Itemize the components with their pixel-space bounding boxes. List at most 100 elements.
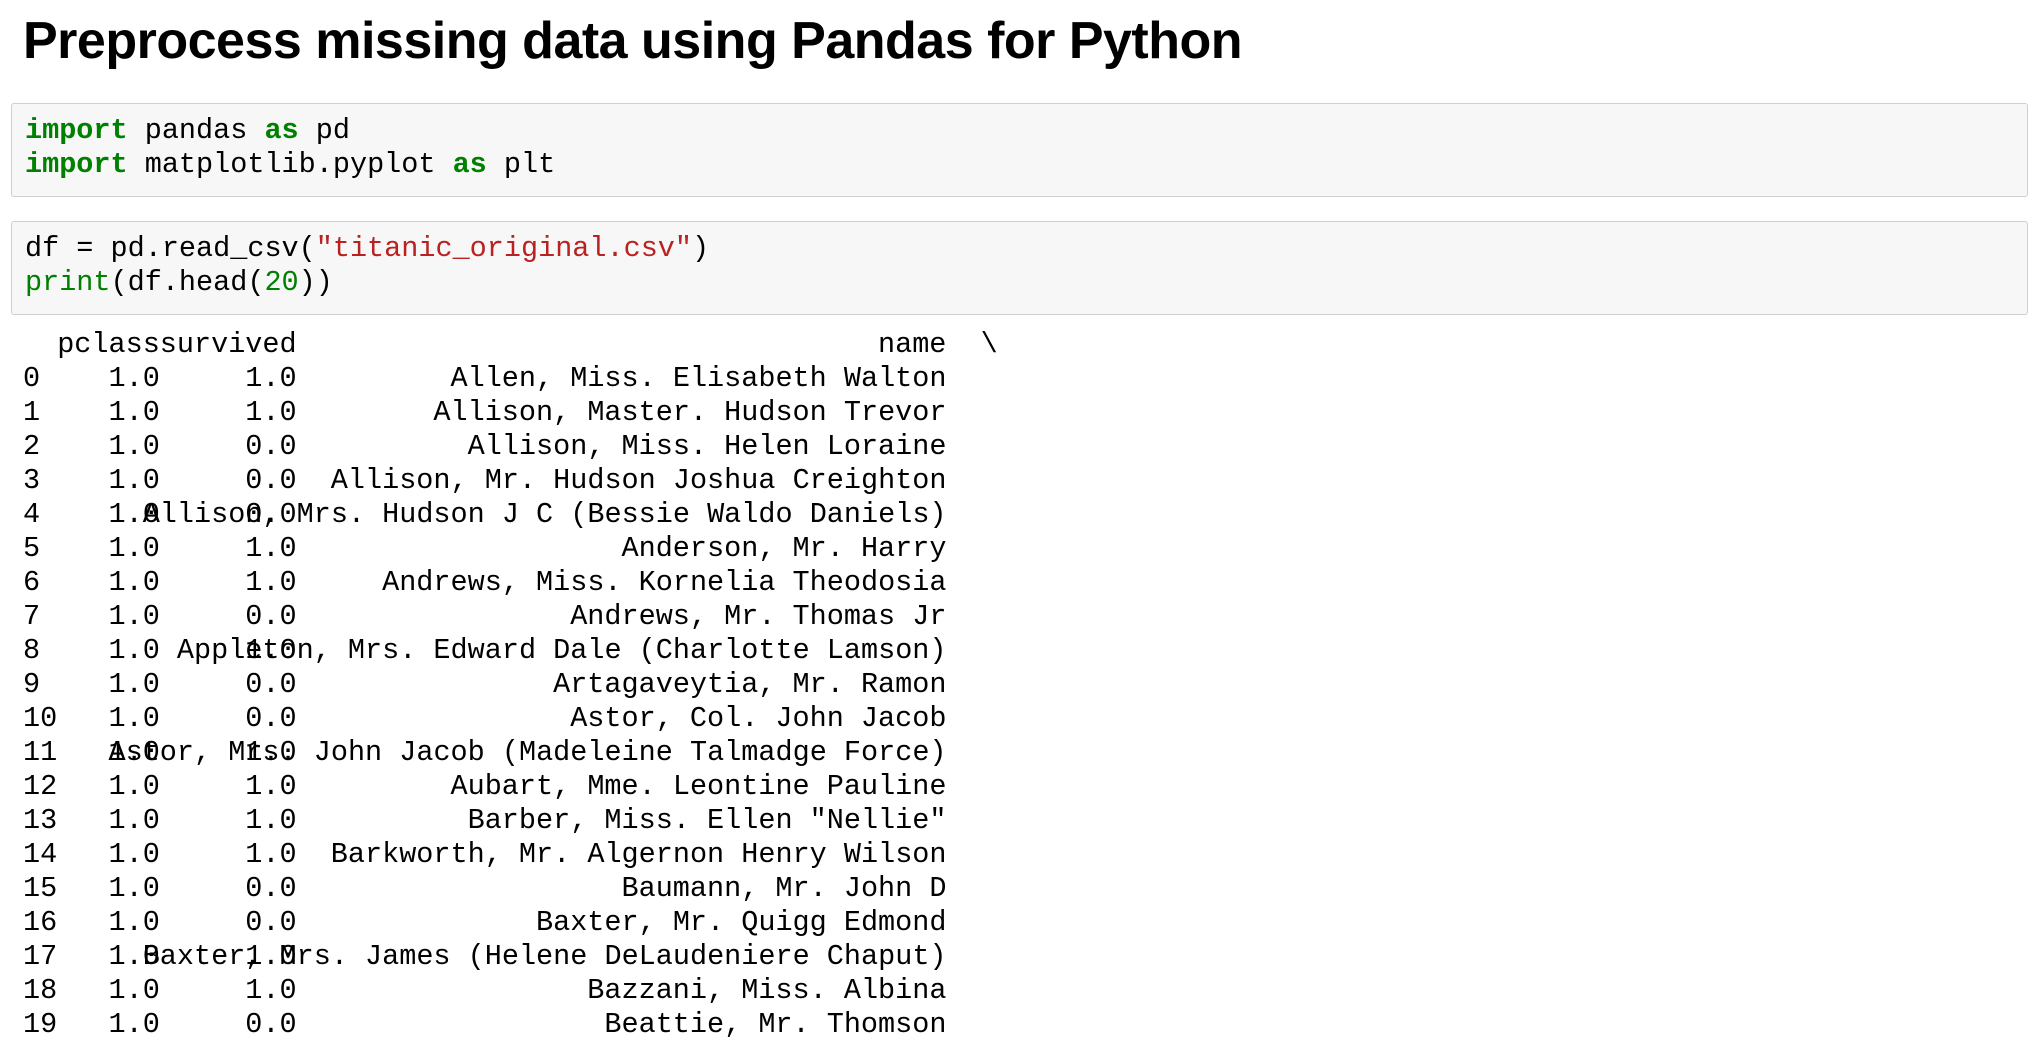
cell-pclass: 1.0 (108, 838, 160, 871)
code-line[interactable]: import pandas as pd (25, 114, 2014, 148)
table-row: 7 1.0 0.0 Andrews, Mr. Thomas Jr (23, 600, 946, 634)
code-token: import (25, 114, 128, 147)
cell-name: Appleton, Mrs. Edward Dale (Charlotte La… (176, 634, 947, 667)
cell-name: Aubart, Mme. Leontine Pauline (450, 770, 947, 803)
code-token: pd (298, 114, 350, 147)
cell-survived: 0.0 (245, 668, 297, 701)
cell-survived: 0.0 (245, 702, 297, 735)
cell-survived: 0.0 (245, 430, 297, 463)
row-index: 6 (23, 566, 41, 599)
cell-name: Anderson, Mr. Harry (621, 532, 947, 565)
row-index: 5 (23, 532, 41, 565)
row-index: 18 (23, 974, 58, 1007)
table-row: 11 1.0 1.0 Astor, Mrs. John Jacob (Madelein… (23, 736, 947, 770)
cell-pclass: 1.0 (108, 1008, 160, 1041)
code-token: df = pd.read_csv( (25, 232, 316, 265)
page-title: Preprocess missing data using Pandas for… (23, 12, 1243, 70)
cell-survived: 1.0 (245, 566, 297, 599)
cell-pclass: 1.0 (108, 906, 160, 939)
code-token: print (25, 266, 111, 299)
code-token: import (25, 148, 128, 181)
table-row: 5 1.0 1.0 Anderson, Mr. Harry (23, 532, 946, 566)
cell-survived: 0.0 (245, 1008, 297, 1041)
cell-name: Bazzani, Miss. Albina (587, 974, 947, 1007)
cell-name: Andrews, Mr. Thomas Jr (570, 600, 947, 633)
output-header-row: pclass survived name \ (23, 328, 998, 362)
code-token: 20 (264, 266, 299, 299)
cell-name: Barber, Miss. Ellen "Nellie" (467, 804, 947, 837)
cell-survived: 0.0 (245, 464, 297, 497)
cell-survived: 1.0 (245, 396, 297, 429)
cell-pclass: 1.0 (108, 974, 160, 1007)
cell-survived: 0.0 (245, 600, 297, 633)
row-index: 9 (23, 668, 41, 701)
row-index: 0 (23, 362, 41, 395)
code-line[interactable]: df = pd.read_csv("titanic_original.csv") (25, 232, 2014, 266)
code-token: pandas (127, 114, 265, 147)
code-token: as (264, 114, 299, 147)
table-row: 0 1.0 1.0 Allen, Miss. Elisabeth Walton (23, 362, 946, 396)
cell-survived: 0.0 (245, 906, 297, 939)
row-index: 15 (23, 872, 58, 905)
code-token: "titanic_original.csv" (315, 232, 693, 265)
table-row: 18 1.0 1.0 Bazzani, Miss. Albina (23, 974, 946, 1008)
cell-name: Astor, Mrs. John Jacob (Madeleine Talmad… (108, 736, 947, 769)
cell-survived: 1.0 (245, 362, 297, 395)
code-token: ) (692, 232, 710, 265)
table-row: 1 1.0 1.0 Allison, Master. Hudson Trevor (23, 396, 946, 430)
code-token: (df.head( (110, 266, 265, 299)
cell-survived: 1.0 (245, 532, 297, 565)
cell-pclass: 1.0 (108, 430, 160, 463)
cell-survived: 1.0 (245, 770, 297, 803)
cell-name: Astor, Col. John Jacob (570, 702, 947, 735)
column-header-name: name (878, 328, 947, 361)
cell-pclass: 1.0 (108, 566, 160, 599)
cell-pclass: 1.0 (108, 600, 160, 633)
row-index: 10 (23, 702, 58, 735)
table-row: 4 1.0 0.0 Allison, Mrs. Hudson J C (Bessie … (23, 498, 947, 532)
cell-name: Andrews, Miss. Kornelia Theodosia (382, 566, 947, 599)
cell-pclass: 1.0 (108, 804, 160, 837)
cell-name: Allison, Miss. Helen Loraine (467, 430, 947, 463)
cell-name: Allison, Master. Hudson Trevor (433, 396, 947, 429)
cell-pclass: 1.0 (108, 532, 160, 565)
code-token: as (452, 148, 487, 181)
code-cell-imports[interactable]: import pandas as pd import matplotlib.py… (11, 103, 2028, 197)
row-index: 2 (23, 430, 41, 463)
cell-pclass: 1.0 (108, 396, 160, 429)
table-row: 3 1.0 0.0 Allison, Mr. Hudson Joshua Creigh… (23, 464, 947, 498)
cell-name: Allen, Miss. Elisabeth Walton (450, 362, 947, 395)
code-cell-read-csv[interactable]: df = pd.read_csv("titanic_original.csv")… (11, 221, 2028, 315)
cell-name: Allison, Mr. Hudson Joshua Creighton (330, 464, 947, 497)
row-index: 13 (23, 804, 58, 837)
cell-name: Allison, Mrs. Hudson J C (Bessie Waldo D… (142, 498, 947, 531)
code-token: )) (298, 266, 333, 299)
table-row: 13 1.0 1.0 Barber, Miss. Ellen "Nellie" (23, 804, 946, 838)
row-index: 1 (23, 396, 41, 429)
code-line[interactable]: print(df.head(20)) (25, 266, 2014, 300)
table-row: 17 1.0 1.0 Baxter, Mrs. James (Helene DeLau… (23, 940, 947, 974)
table-row: 2 1.0 0.0 Allison, Miss. Helen Loraine (23, 430, 946, 464)
table-row: 12 1.0 1.0 Aubart, Mme. Leontine Pauline (23, 770, 946, 804)
code-line[interactable]: import matplotlib.pyplot as plt (25, 148, 2014, 182)
cell-name: Baumann, Mr. John D (621, 872, 947, 905)
row-index: 12 (23, 770, 58, 803)
cell-pclass: 1.0 (108, 770, 160, 803)
table-row: 10 1.0 0.0 Astor, Col. John Jacob (23, 702, 946, 736)
cell-survived: 1.0 (245, 974, 297, 1007)
row-index: 17 (23, 940, 58, 973)
cell-name: Baxter, Mr. Quigg Edmond (536, 906, 947, 939)
table-row: 6 1.0 1.0 Andrews, Miss. Kornelia Theodosia (23, 566, 947, 600)
cell-output: pclass survived name \ 0 1.0 1.0 Allen, Mis… (23, 328, 998, 1042)
table-row: 8 1.0 1.0 Appleton, Mrs. Edward Dale (Charl… (23, 634, 947, 668)
cell-name: Barkworth, Mr. Algernon Henry Wilson (330, 838, 947, 871)
line-continuation-marker: \ (980, 328, 998, 361)
row-index: 4 (23, 498, 41, 531)
code-token: matplotlib.pyplot (127, 148, 453, 181)
cell-name: Beattie, Mr. Thomson (604, 1008, 947, 1041)
table-row: 15 1.0 0.0 Baumann, Mr. John D (23, 872, 946, 906)
row-index: 14 (23, 838, 58, 871)
cell-pclass: 1.0 (108, 464, 160, 497)
table-row: 19 1.0 0.0 Beattie, Mr. Thomson (23, 1008, 946, 1042)
row-index: 7 (23, 600, 41, 633)
